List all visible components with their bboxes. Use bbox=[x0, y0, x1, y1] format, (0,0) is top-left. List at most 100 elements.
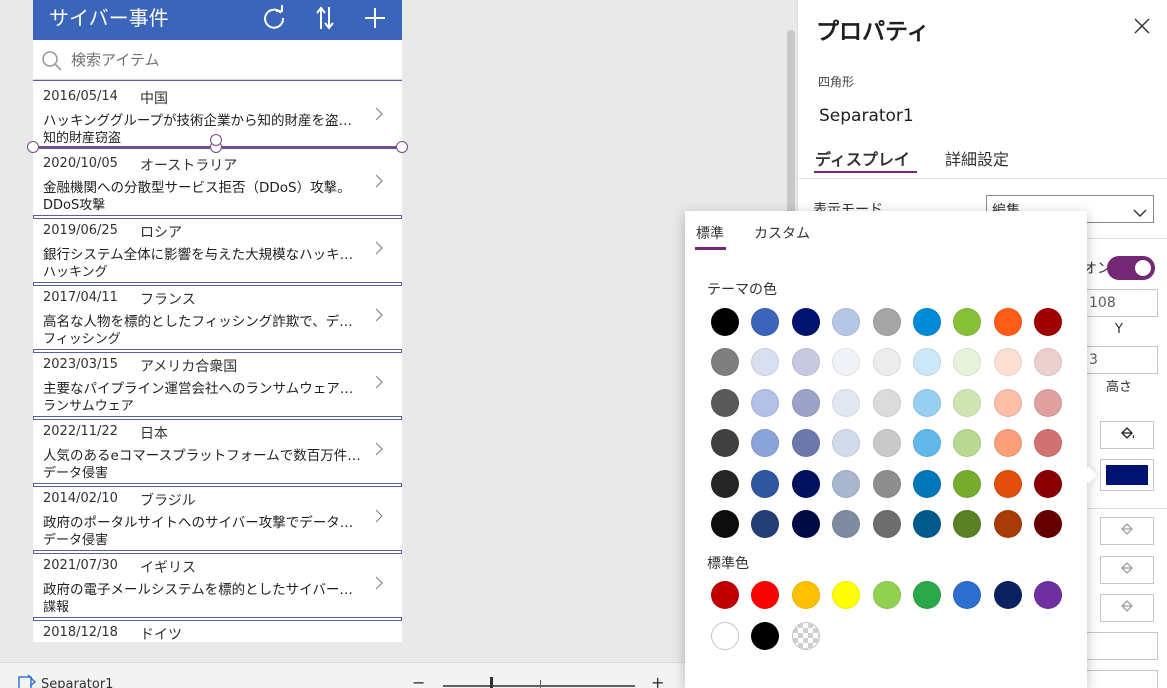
color-swatch[interactable] bbox=[872, 348, 901, 377]
list-item[interactable]: 2018/12/18 ドイツ bbox=[33, 617, 402, 642]
zoom-slider[interactable] bbox=[443, 685, 635, 687]
chevron-right-icon[interactable] bbox=[375, 441, 383, 460]
color-swatch[interactable] bbox=[751, 348, 780, 377]
zoom-out-button[interactable]: − bbox=[412, 673, 425, 688]
color-swatch[interactable] bbox=[1034, 348, 1063, 377]
list-item[interactable]: 2023/03/15 アメリカ合衆国 主要なパイプライン運営会社へのランサムウェ… bbox=[33, 349, 402, 420]
tab-custom[interactable]: カスタム bbox=[754, 223, 810, 243]
color-swatch[interactable] bbox=[872, 388, 901, 417]
color-swatch[interactable] bbox=[791, 429, 820, 458]
color-swatch[interactable] bbox=[711, 429, 739, 458]
color-swatch[interactable] bbox=[711, 308, 739, 336]
selected-control-name[interactable]: Separator1 bbox=[41, 677, 113, 688]
color-swatch[interactable] bbox=[832, 581, 861, 609]
color-swatch[interactable] bbox=[832, 308, 861, 336]
list-item[interactable]: 2014/02/10 ブラジル 政府のポータルサイトへのサイバー攻撃でデータ… … bbox=[33, 483, 402, 554]
color-swatch[interactable] bbox=[913, 388, 941, 417]
color-swatch[interactable] bbox=[791, 469, 820, 498]
color-swatch[interactable] bbox=[751, 621, 780, 650]
color-swatch[interactable] bbox=[711, 469, 739, 498]
pressed-color-button[interactable] bbox=[1100, 594, 1154, 622]
height-field[interactable]: 3 bbox=[1086, 346, 1158, 374]
control-name[interactable]: Separator1 bbox=[819, 106, 914, 126]
color-swatch[interactable] bbox=[993, 469, 1022, 498]
color-swatch[interactable] bbox=[913, 348, 941, 377]
color-swatch[interactable] bbox=[872, 510, 901, 538]
color-swatch[interactable] bbox=[751, 388, 780, 417]
color-swatch[interactable] bbox=[872, 469, 901, 498]
color-swatch[interactable] bbox=[993, 581, 1022, 609]
color-swatch[interactable] bbox=[791, 510, 820, 538]
color-swatch[interactable] bbox=[791, 308, 820, 336]
color-swatch[interactable] bbox=[953, 429, 982, 458]
color-swatch[interactable] bbox=[953, 469, 982, 498]
color-swatch[interactable] bbox=[993, 348, 1022, 377]
color-swatch[interactable] bbox=[751, 510, 780, 538]
color-swatch[interactable] bbox=[791, 348, 820, 377]
color-swatch[interactable] bbox=[711, 581, 739, 609]
list-item[interactable]: 2022/11/22 日本 人気のあるeコマースプラットフォームで数百万件… デ… bbox=[33, 416, 402, 487]
color-swatch[interactable] bbox=[872, 581, 901, 609]
color-swatch[interactable] bbox=[913, 581, 941, 609]
add-icon[interactable] bbox=[361, 4, 389, 32]
resize-handle[interactable] bbox=[396, 141, 408, 153]
refresh-icon[interactable] bbox=[260, 4, 288, 32]
chevron-right-icon[interactable] bbox=[375, 307, 383, 326]
list-item[interactable]: 2019/06/25 ロシア 銀行システム全体に影響を与えた大規模なハッキ… ハ… bbox=[33, 215, 402, 286]
chevron-right-icon[interactable] bbox=[375, 508, 383, 527]
color-swatch[interactable] bbox=[993, 308, 1022, 336]
position-y-field[interactable]: 108 bbox=[1086, 289, 1158, 317]
color-swatch[interactable] bbox=[953, 348, 982, 377]
list-item[interactable]: 2017/04/11 フランス 高名な人物を標的としたフィッシング詐欺で、デ… … bbox=[33, 282, 402, 353]
list-item[interactable]: 2020/10/05 オーストラリア 金融機関への分散型サービス拒否（DDoS）… bbox=[33, 148, 402, 219]
color-swatch[interactable] bbox=[711, 348, 739, 377]
property-field[interactable] bbox=[1086, 670, 1158, 688]
color-swatch[interactable] bbox=[711, 510, 739, 538]
tab-standard[interactable]: 標準 bbox=[696, 223, 724, 243]
color-swatch[interactable] bbox=[751, 469, 780, 498]
color-swatch[interactable] bbox=[711, 621, 739, 650]
search-input[interactable] bbox=[71, 48, 391, 72]
tab-advanced[interactable]: 詳細設定 bbox=[945, 146, 1009, 170]
color-swatch[interactable] bbox=[953, 581, 982, 609]
color-swatch[interactable] bbox=[711, 388, 739, 417]
chevron-right-icon[interactable] bbox=[375, 173, 383, 192]
chevron-right-icon[interactable] bbox=[375, 240, 383, 259]
hover-color-button[interactable] bbox=[1100, 556, 1154, 584]
resize-handle[interactable] bbox=[210, 134, 222, 146]
color-swatch[interactable] bbox=[1034, 469, 1063, 498]
chevron-right-icon[interactable] bbox=[375, 106, 383, 125]
zoom-slider-thumb[interactable] bbox=[490, 677, 493, 688]
color-swatch[interactable] bbox=[832, 510, 861, 538]
color-swatch[interactable] bbox=[953, 388, 982, 417]
chevron-right-icon[interactable] bbox=[375, 374, 383, 393]
fill-color-swatch[interactable] bbox=[1100, 459, 1154, 491]
color-swatch[interactable] bbox=[791, 388, 820, 417]
resize-handle[interactable] bbox=[27, 141, 39, 153]
color-swatch[interactable] bbox=[872, 429, 901, 458]
color-fill-button[interactable] bbox=[1100, 421, 1154, 449]
color-swatch[interactable] bbox=[832, 469, 861, 498]
color-swatch[interactable] bbox=[791, 581, 820, 609]
color-swatch[interactable] bbox=[953, 510, 982, 538]
color-swatch[interactable] bbox=[993, 429, 1022, 458]
color-swatch[interactable] bbox=[1034, 429, 1063, 458]
chevron-right-icon[interactable] bbox=[375, 575, 383, 594]
color-swatch[interactable] bbox=[913, 469, 941, 498]
color-swatch[interactable] bbox=[872, 308, 901, 336]
close-icon[interactable] bbox=[1134, 18, 1150, 38]
list-item[interactable]: 2021/07/30 イギリス 政府の電子メールシステムを標的としたサイバー… … bbox=[33, 550, 402, 621]
color-swatch[interactable] bbox=[751, 429, 780, 458]
tab-display[interactable]: ディスプレイ bbox=[815, 146, 910, 170]
color-swatch[interactable] bbox=[993, 388, 1022, 417]
color-swatch[interactable] bbox=[751, 308, 780, 336]
color-swatch[interactable] bbox=[1034, 388, 1063, 417]
color-swatch[interactable] bbox=[1034, 308, 1063, 336]
color-swatch[interactable] bbox=[791, 621, 820, 650]
color-swatch[interactable] bbox=[913, 308, 941, 336]
zoom-in-button[interactable]: + bbox=[651, 673, 664, 688]
color-swatch[interactable] bbox=[993, 510, 1022, 538]
color-swatch[interactable] bbox=[1034, 581, 1063, 609]
color-swatch[interactable] bbox=[832, 348, 861, 377]
border-color-button[interactable] bbox=[1100, 517, 1154, 545]
